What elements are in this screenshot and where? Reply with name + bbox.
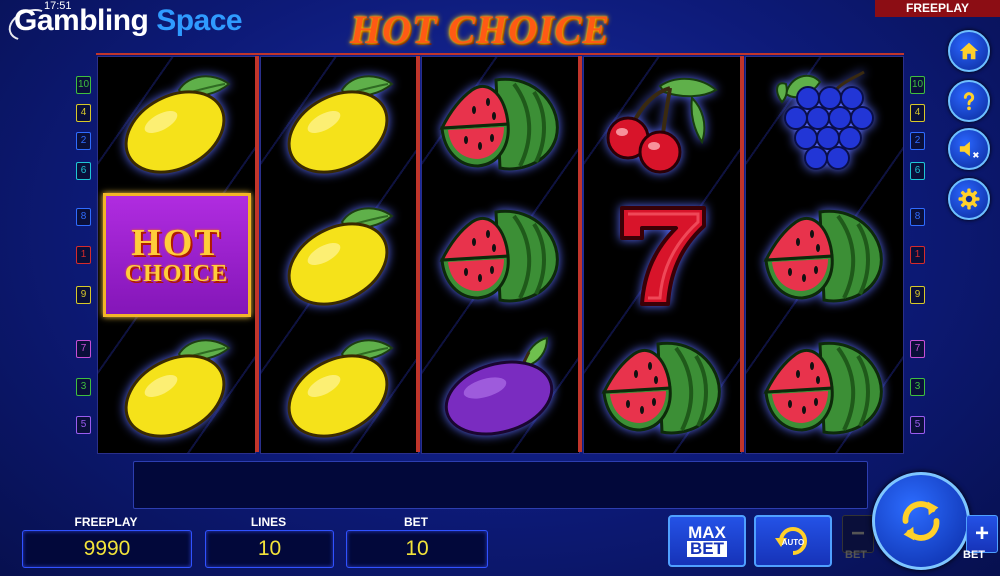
bet-decrease-label: BET xyxy=(845,549,867,561)
payline-marker-right-6[interactable]: 6 xyxy=(910,162,925,180)
autoplay-button[interactable]: AUTO xyxy=(754,515,832,567)
max-bet-label-bottom: BET xyxy=(687,540,727,557)
reel-1-symbol-hot-choice: HOT CHOICE xyxy=(98,189,255,321)
payline-marker-right-1[interactable]: 1 xyxy=(910,246,925,264)
reel-2-symbol-lemon xyxy=(261,321,418,453)
lines-label: LINES xyxy=(250,515,287,529)
watermelon-icon xyxy=(438,77,559,171)
game-title: HOT CHOICE xyxy=(350,7,611,52)
payline-marker-left-5[interactable]: 5 xyxy=(76,416,91,434)
lemon-icon xyxy=(287,75,394,174)
payline-marker-left-10[interactable]: 10 xyxy=(76,76,91,94)
brand-logo: Gambling Space xyxy=(4,3,243,47)
hot-choice-scatter-symbol: HOT CHOICE xyxy=(102,193,251,317)
spin-icon xyxy=(902,501,940,541)
lemon-icon xyxy=(287,339,394,438)
home-button[interactable] xyxy=(948,30,990,72)
watermelon-icon xyxy=(438,209,559,303)
sound-muted-icon xyxy=(959,141,979,158)
payline-marker-left-1[interactable]: 1 xyxy=(76,246,91,264)
payline-marker-right-7[interactable]: 7 xyxy=(910,340,925,358)
max-bet-text: MAX BET xyxy=(687,524,727,557)
spin-button[interactable] xyxy=(872,472,970,570)
payline-marker-right-3[interactable]: 3 xyxy=(910,378,925,396)
reel-4-symbol-seven xyxy=(584,189,741,321)
help-button[interactable] xyxy=(948,80,990,122)
help-icon xyxy=(963,92,975,111)
logo-text-part2: Space xyxy=(156,4,243,37)
reel-3-symbol-plum xyxy=(422,321,579,453)
reel-4 xyxy=(583,56,742,454)
reel-1-symbol-lemon xyxy=(98,57,255,189)
hot-choice-symbol-line2: CHOICE xyxy=(124,261,229,287)
sound-button[interactable] xyxy=(948,128,990,170)
settings-gear-icon xyxy=(958,188,980,210)
reel-4-symbol-cherries xyxy=(584,57,741,189)
reel-separator xyxy=(255,56,259,452)
watermelon-icon xyxy=(762,341,883,435)
autoplay-icon: AUTO xyxy=(775,527,807,555)
freeplay-label: FREEPLAY xyxy=(74,515,138,529)
cherries-icon xyxy=(606,77,718,174)
payline-marker-left-2[interactable]: 2 xyxy=(76,132,91,150)
settings-button[interactable] xyxy=(948,178,990,220)
reel-separator xyxy=(578,56,582,452)
seven-icon xyxy=(619,206,706,306)
home-icon xyxy=(959,42,979,60)
payline-marker-right-5[interactable]: 5 xyxy=(910,416,925,434)
reel-1: HOT CHOICE xyxy=(97,56,256,454)
reels-top-border xyxy=(96,53,904,55)
payline-marker-left-6[interactable]: 6 xyxy=(76,162,91,180)
reel-2 xyxy=(260,56,419,454)
watermelon-icon xyxy=(762,209,883,303)
payline-marker-left-9[interactable]: 9 xyxy=(76,286,91,304)
lines-value: 10 xyxy=(205,530,334,568)
bet-decrease-button[interactable]: − xyxy=(842,515,874,553)
reel-separator xyxy=(740,56,744,452)
payline-marker-left-4[interactable]: 4 xyxy=(76,104,91,122)
reels-area: HOT CHOICE xyxy=(97,56,904,454)
freeplay-balance: 9990 xyxy=(22,530,192,568)
reel-1-symbol-lemon xyxy=(98,321,255,453)
reel-3 xyxy=(421,56,580,454)
reel-2-symbol-lemon xyxy=(261,189,418,321)
payline-marker-left-8[interactable]: 8 xyxy=(76,208,91,226)
bet-increase-button[interactable]: + xyxy=(966,515,998,553)
bet-increase-label: BET xyxy=(963,549,985,561)
bet-label: BET xyxy=(404,515,428,529)
reel-4-symbol-watermelon xyxy=(584,321,741,453)
bet-value: 10 xyxy=(346,530,488,568)
reel-5-symbol-watermelon xyxy=(746,321,903,453)
payline-marker-right-9[interactable]: 9 xyxy=(910,286,925,304)
lemon-icon xyxy=(287,207,394,306)
reel-3-symbol-watermelon xyxy=(422,57,579,189)
plum-icon xyxy=(444,336,553,436)
watermelon-icon xyxy=(600,341,721,435)
reel-separator xyxy=(416,56,420,452)
payline-marker-left-7[interactable]: 7 xyxy=(76,340,91,358)
lemon-icon xyxy=(124,75,231,174)
max-bet-button[interactable]: MAX BET xyxy=(668,515,746,567)
reel-5-symbol-grapes xyxy=(746,57,903,189)
payline-marker-right-8[interactable]: 8 xyxy=(910,208,925,226)
reel-3-symbol-watermelon xyxy=(422,189,579,321)
payline-marker-right-2[interactable]: 2 xyxy=(910,132,925,150)
hot-choice-symbol-line1: HOT xyxy=(131,222,222,264)
reel-5-symbol-watermelon xyxy=(746,189,903,321)
grapes-icon xyxy=(775,70,874,170)
reel-5 xyxy=(745,56,904,454)
reel-2-symbol-lemon xyxy=(261,57,418,189)
payline-marker-left-3[interactable]: 3 xyxy=(76,378,91,396)
autoplay-label: AUTO xyxy=(782,538,805,547)
message-bar xyxy=(133,461,868,509)
payline-marker-right-10[interactable]: 10 xyxy=(910,76,925,94)
freeplay-mode-tag: FREEPLAY xyxy=(875,0,1000,17)
lemon-icon xyxy=(124,339,231,438)
payline-marker-right-4[interactable]: 4 xyxy=(910,104,925,122)
